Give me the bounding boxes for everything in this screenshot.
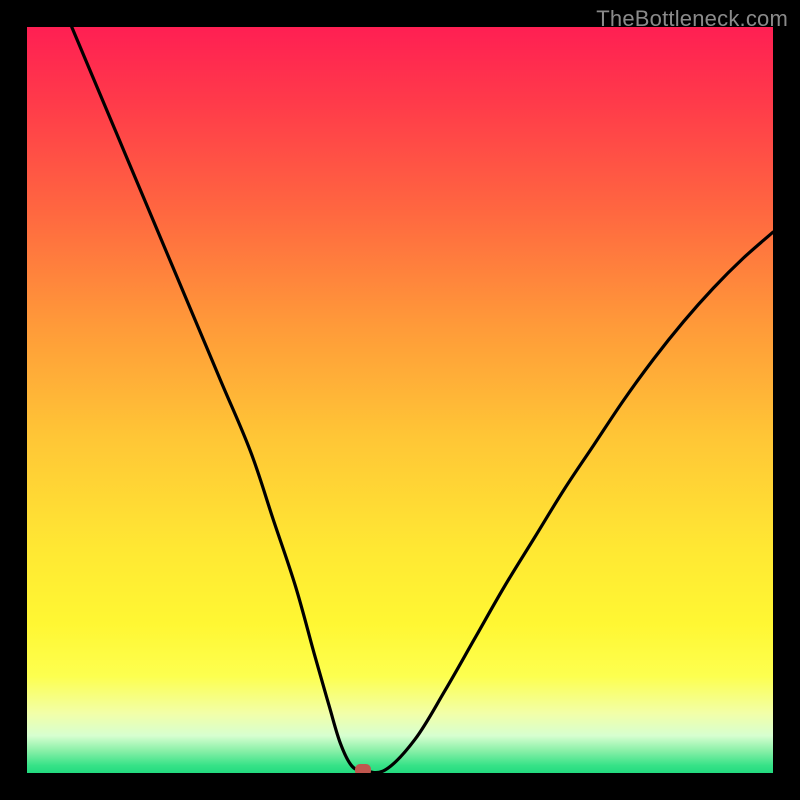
chart-frame: TheBottleneck.com (0, 0, 800, 800)
optimal-point-marker (355, 764, 371, 773)
watermark-text: TheBottleneck.com (596, 6, 788, 32)
bottleneck-curve (27, 27, 773, 773)
plot-area (27, 27, 773, 773)
